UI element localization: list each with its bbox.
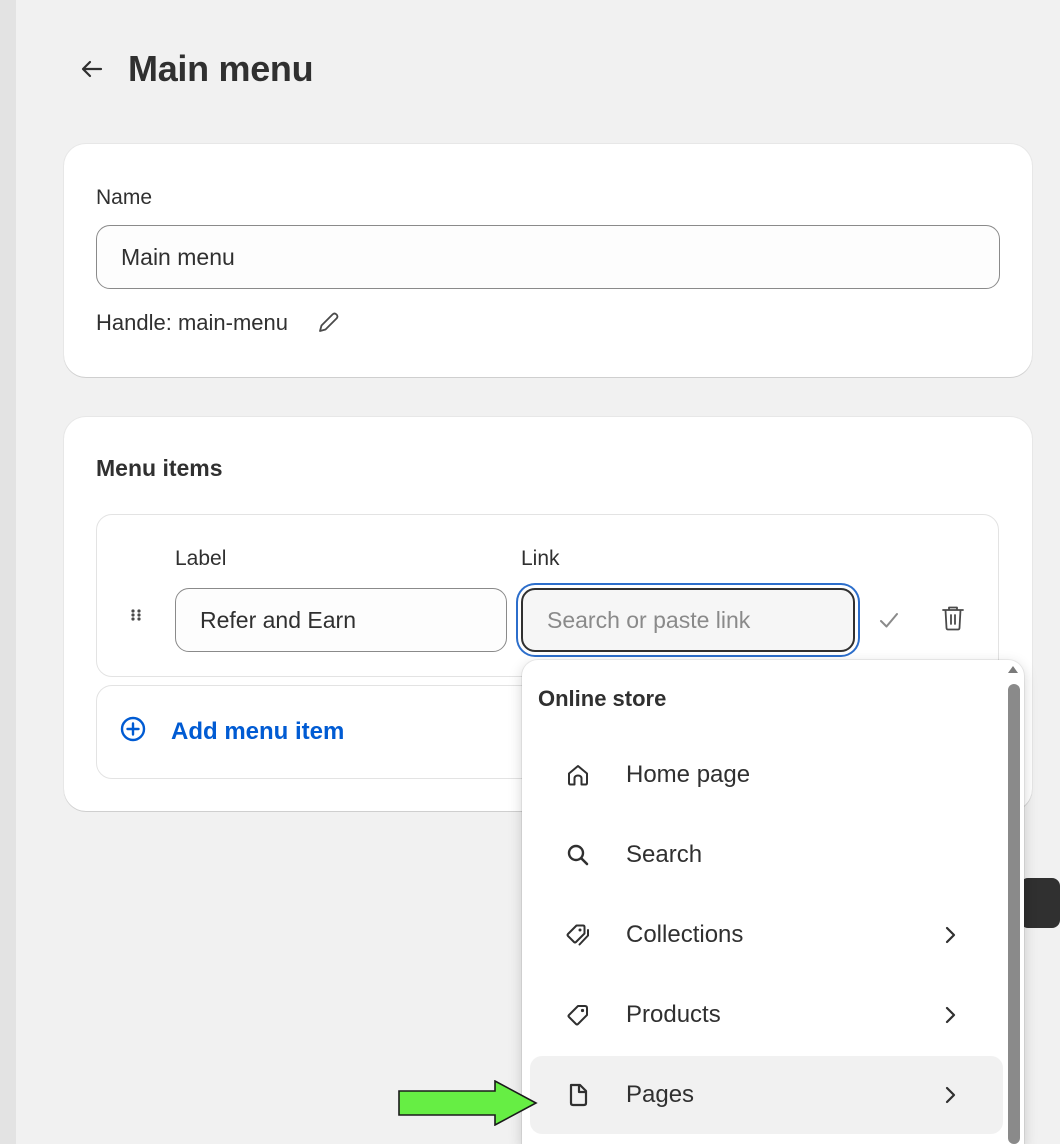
handle-row: Handle: main-menu — [96, 309, 342, 337]
arrow-left-icon[interactable] — [78, 55, 106, 83]
link-column-header: Link — [521, 547, 560, 570]
label-column-header: Label — [175, 547, 227, 570]
chevron-right-icon — [935, 920, 965, 950]
add-menu-item-button[interactable]: Add menu item — [119, 715, 344, 748]
dropdown-item-label: Collections — [626, 921, 744, 948]
dropdown-item-label: Pages — [626, 1081, 695, 1108]
chevron-right-icon — [935, 1080, 965, 1110]
plus-circle-icon — [119, 715, 147, 748]
search-icon — [558, 835, 598, 875]
page-header: Main menu — [78, 46, 314, 92]
add-menu-item-label: Add menu item — [171, 717, 345, 745]
chevron-right-icon — [935, 1000, 965, 1030]
checkmark-icon[interactable] — [871, 602, 907, 638]
save-button-partial[interactable] — [1020, 878, 1060, 928]
page-icon — [558, 1075, 598, 1115]
dropdown-section-title: Online store — [538, 686, 667, 711]
label-input[interactable]: Refer and Earn — [175, 588, 507, 652]
collections-tag-icon — [558, 915, 598, 955]
dropdown-item-pages[interactable]: Pages — [530, 1056, 1003, 1134]
link-search-input[interactable]: Search or paste link — [521, 588, 855, 652]
dropdown-item-products[interactable]: Products — [530, 976, 1003, 1054]
name-field[interactable]: Main menu — [96, 225, 1000, 289]
name-card: Name Main menu Handle: main-menu — [64, 144, 1032, 377]
pencil-icon[interactable] — [314, 309, 342, 337]
handle-text: Handle: main-menu — [96, 310, 288, 335]
left-edge-strip — [0, 0, 16, 1144]
name-label: Name — [96, 186, 153, 209]
dropdown-item-search[interactable]: Search — [530, 816, 1003, 894]
green-annotation-arrow-icon — [398, 1080, 538, 1126]
scrollbar-thumb[interactable] — [1008, 684, 1020, 1144]
drag-handle-icon[interactable] — [129, 607, 143, 628]
trash-icon[interactable] — [935, 600, 971, 636]
tag-icon — [558, 995, 598, 1035]
dropdown-item-label: Home page — [626, 761, 751, 788]
link-dropdown: Online store Home page Search Collection… — [522, 660, 1024, 1144]
dropdown-item-collections[interactable]: Collections — [530, 896, 1003, 974]
page-title: Main menu — [128, 48, 314, 89]
menu-item-row: Label Link Refer and Earn Search or past… — [96, 514, 999, 677]
dropdown-item-label: Search — [626, 841, 703, 868]
menu-items-title: Menu items — [96, 455, 223, 481]
dropdown-item-label: Products — [626, 1001, 721, 1028]
dropdown-item-home-page[interactable]: Home page — [530, 736, 1003, 814]
scroll-up-icon[interactable] — [1008, 666, 1018, 673]
home-icon — [558, 755, 598, 795]
